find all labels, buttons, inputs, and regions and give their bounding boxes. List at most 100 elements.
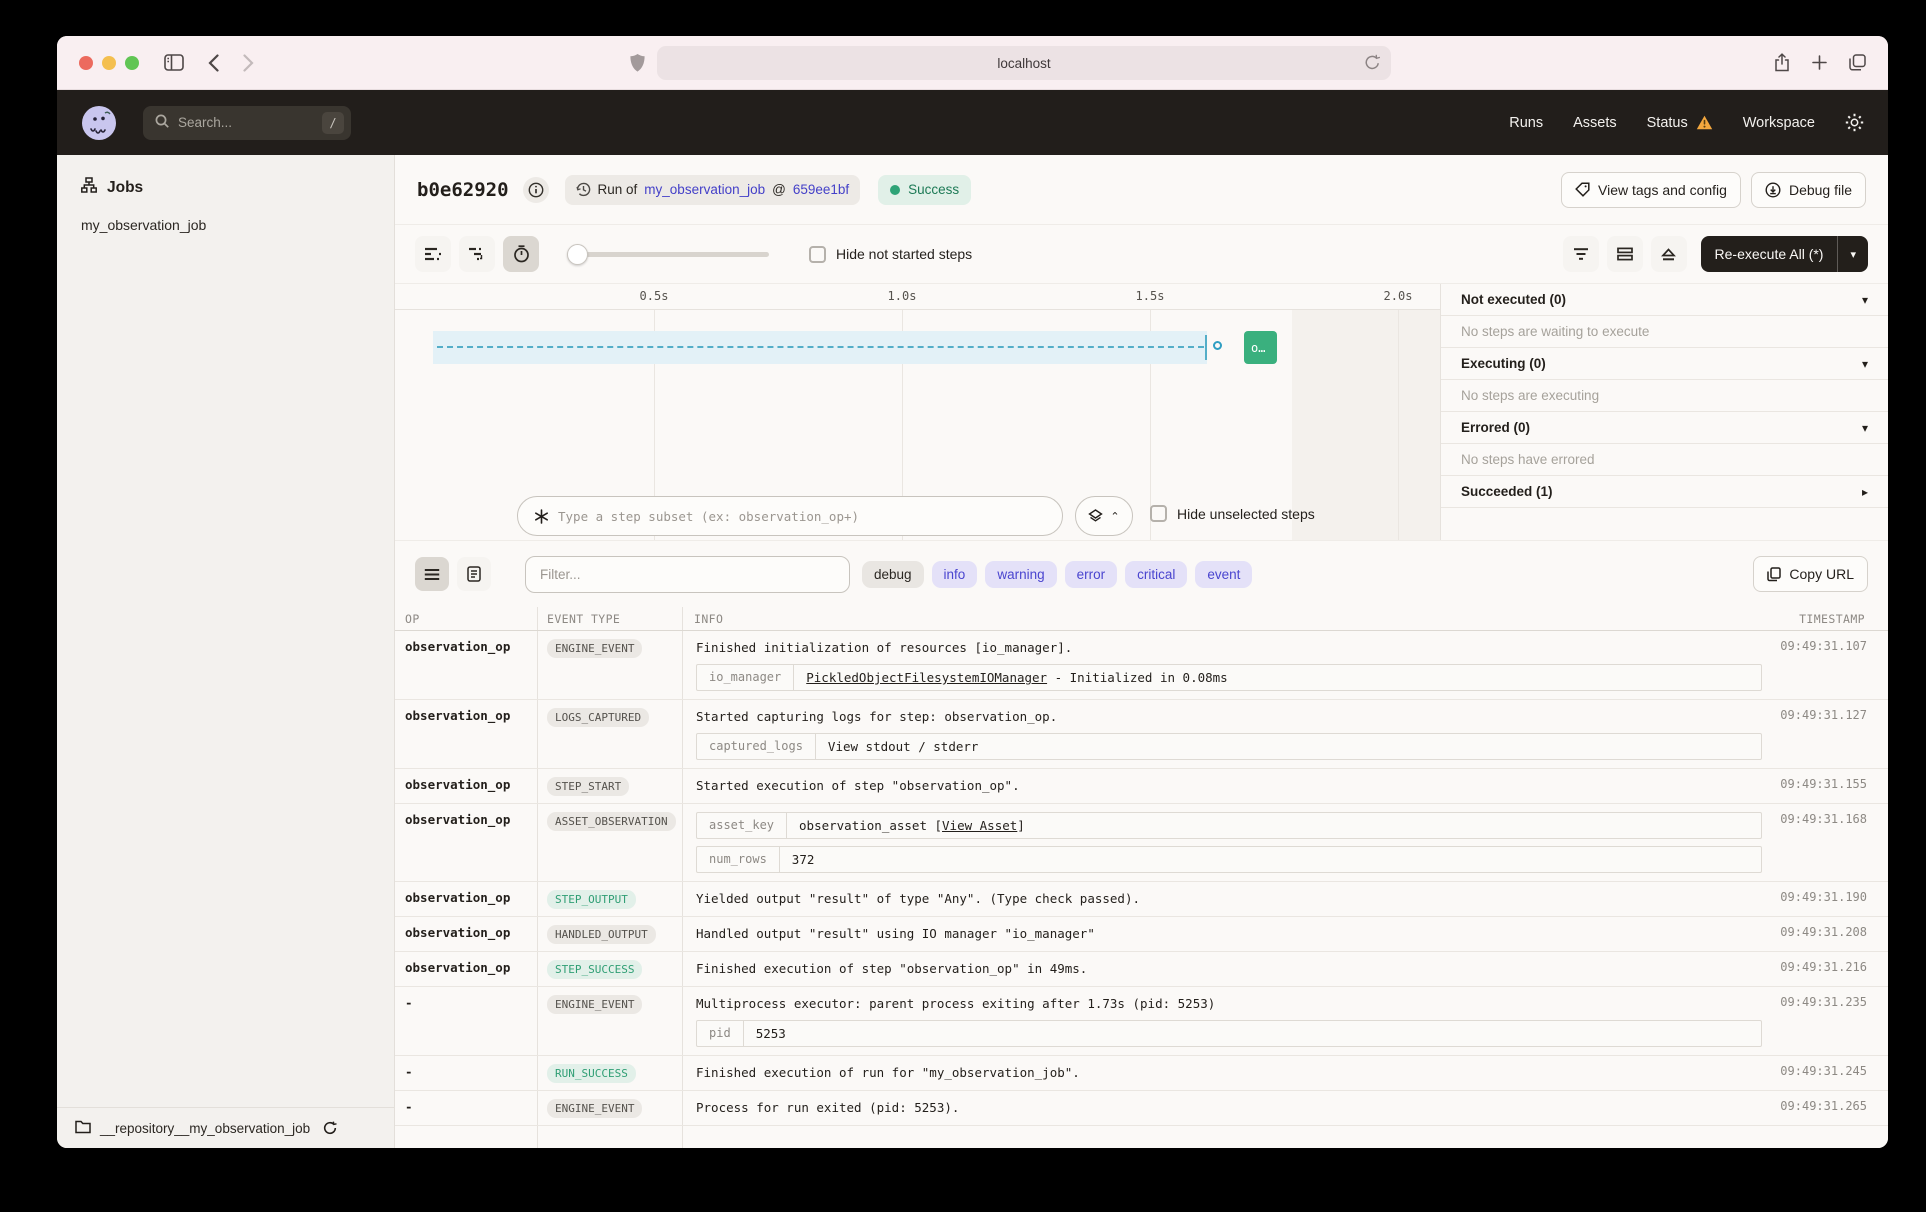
- sidebar-title: Jobs: [107, 179, 143, 197]
- reexecute-all-button[interactable]: Re-execute All (*) ▾: [1701, 236, 1868, 272]
- status-section-header[interactable]: Executing (0)▾: [1441, 348, 1888, 380]
- log-info-cell: Finished execution of step "observation_…: [682, 952, 1780, 986]
- repository-row[interactable]: __repository__my_observation_job: [57, 1107, 394, 1148]
- log-level-error[interactable]: error: [1065, 561, 1118, 588]
- log-structured-view-icon[interactable]: [457, 557, 491, 591]
- tabs-overview-icon[interactable]: [1849, 54, 1866, 71]
- log-level-critical[interactable]: critical: [1125, 561, 1187, 588]
- step-subset-inputwrap[interactable]: [517, 496, 1063, 536]
- hide-not-started-label: Hide not started steps: [836, 246, 972, 262]
- info-icon[interactable]: [523, 177, 549, 203]
- log-filter-input[interactable]: [540, 567, 835, 582]
- log-message: Multiprocess executor: parent process ex…: [696, 995, 1768, 1013]
- job-name-link[interactable]: my_observation_job: [644, 182, 765, 197]
- status-section-header[interactable]: Succeeded (1)▸: [1441, 476, 1888, 508]
- back-icon[interactable]: [208, 54, 219, 72]
- history-icon: [576, 182, 591, 197]
- log-info-cell: Process for run exited (pid: 5253).: [682, 1091, 1780, 1125]
- log-level-info[interactable]: info: [932, 561, 978, 588]
- log-info-cell: asset_keyobservation_asset [View Asset]n…: [682, 804, 1780, 881]
- metadata-value: 372: [780, 847, 827, 872]
- log-info-cell: Started execution of step "observation_o…: [682, 769, 1780, 803]
- col-header-timestamp: TIMESTAMP: [1799, 612, 1865, 626]
- minimize-window-button[interactable]: [102, 56, 116, 70]
- jobs-header: Jobs: [57, 155, 394, 211]
- step-subset-input[interactable]: [558, 509, 1046, 524]
- log-info-cell: Finished initialization of resources [io…: [682, 631, 1780, 699]
- copy-url-button[interactable]: Copy URL: [1753, 556, 1868, 592]
- metadata-link[interactable]: View Asset: [942, 818, 1017, 833]
- nav-item-assets[interactable]: Assets: [1573, 115, 1617, 131]
- address-bar[interactable]: localhost: [657, 46, 1391, 80]
- sidebar-item-my_observation_job[interactable]: my_observation_job: [57, 211, 394, 239]
- op-selector-icon: [534, 509, 549, 524]
- hide-unselected-checkbox[interactable]: Hide unselected steps: [1150, 505, 1315, 522]
- gantt-zoom-slider[interactable]: [567, 236, 769, 272]
- reload-icon[interactable]: [1365, 54, 1380, 74]
- metadata-link[interactable]: View stdout / stderr: [828, 739, 979, 754]
- reexecute-all-label[interactable]: Re-execute All (*): [1701, 236, 1838, 272]
- view-tags-config-button[interactable]: View tags and config: [1561, 172, 1741, 208]
- log-level-event[interactable]: event: [1195, 561, 1252, 588]
- slider-knob[interactable]: [567, 244, 588, 265]
- search-placeholder: Search...: [178, 115, 232, 130]
- log-level-debug[interactable]: debug: [862, 561, 924, 588]
- gantt-waterfall-view-icon[interactable]: [459, 236, 495, 272]
- debug-file-button[interactable]: Debug file: [1751, 172, 1866, 208]
- metadata-link[interactable]: PickledObjectFilesystemIOManager: [806, 670, 1047, 685]
- event-type-badge: ENGINE_EVENT: [547, 1099, 642, 1118]
- log-eventtype-cell: ENGINE_EVENT: [537, 987, 682, 1055]
- code-version-link[interactable]: 659ee1bf: [793, 182, 849, 197]
- log-row: observation_opSTEP_STARTStarted executio…: [395, 769, 1888, 804]
- forward-icon[interactable]: [243, 54, 254, 72]
- sidebar-toggle-icon[interactable]: [164, 54, 184, 71]
- nav-item-label: Assets: [1573, 115, 1617, 131]
- app-nav: Search... / Runs Assets Status Workspace: [57, 90, 1888, 155]
- job-graph-icon: [81, 177, 97, 198]
- event-type-badge: STEP_START: [547, 777, 629, 796]
- log-info-cell: Finished execution of run for "my_observ…: [682, 1056, 1780, 1090]
- run-of-tag[interactable]: Run of my_observation_job @ 659ee1bf: [565, 175, 861, 205]
- run-root-band: [433, 331, 1207, 364]
- share-icon[interactable]: [1774, 53, 1790, 72]
- row-density-icon[interactable]: [1607, 236, 1643, 272]
- log-timestamp: 09:49:31.190: [1780, 882, 1869, 916]
- copy-icon: [1767, 567, 1781, 582]
- log-filter-inputwrap[interactable]: [525, 556, 850, 593]
- gantt-timed-view-icon[interactable]: [503, 236, 539, 272]
- status-section-header[interactable]: Errored (0)▾: [1441, 412, 1888, 444]
- nav-item-runs[interactable]: Runs: [1509, 115, 1543, 131]
- log-table-header: OP EVENT TYPE INFO TIMESTAMP: [395, 607, 1888, 631]
- nav-item-workspace[interactable]: Workspace: [1743, 115, 1815, 131]
- eject-icon[interactable]: [1651, 236, 1687, 272]
- log-level-warning[interactable]: warning: [985, 561, 1056, 588]
- refresh-icon[interactable]: [323, 1121, 337, 1135]
- graph-query-toggle-button[interactable]: ⌃: [1075, 496, 1133, 536]
- hide-not-started-checkbox[interactable]: Hide not started steps: [809, 246, 972, 263]
- dagster-logo[interactable]: [81, 105, 117, 141]
- event-type-badge: STEP_OUTPUT: [547, 890, 636, 909]
- zoom-window-button[interactable]: [125, 56, 139, 70]
- reexecute-dropdown-button[interactable]: ▾: [1837, 236, 1868, 272]
- gantt-axis-tick: 1.0s: [888, 289, 917, 303]
- nav-item-status[interactable]: Status: [1647, 115, 1713, 131]
- gantt-flat-view-icon[interactable]: [415, 236, 451, 272]
- event-type-badge: LOGS_CAPTURED: [547, 708, 649, 727]
- new-tab-icon[interactable]: [1812, 55, 1827, 70]
- checkbox-icon[interactable]: [1150, 505, 1167, 522]
- gantt-step-bar[interactable]: o…: [1244, 331, 1277, 364]
- shield-icon[interactable]: [630, 54, 645, 72]
- log-timestamp: 09:49:31.245: [1780, 1056, 1869, 1090]
- gear-icon[interactable]: [1845, 113, 1864, 132]
- status-section-header[interactable]: Not executed (0)▾: [1441, 284, 1888, 316]
- job-list: my_observation_job: [57, 211, 394, 239]
- global-search-input[interactable]: Search... /: [143, 106, 351, 140]
- log-eventtype-cell: ASSET_OBSERVATION: [537, 804, 682, 881]
- log-message: Finished initialization of resources [io…: [696, 639, 1768, 657]
- metadata-key: captured_logs: [697, 734, 816, 759]
- filter-funnel-icon[interactable]: [1563, 236, 1599, 272]
- checkbox-icon[interactable]: [809, 246, 826, 263]
- log-list-view-icon[interactable]: [415, 557, 449, 591]
- step-marker-icon[interactable]: [1213, 341, 1222, 350]
- close-window-button[interactable]: [79, 56, 93, 70]
